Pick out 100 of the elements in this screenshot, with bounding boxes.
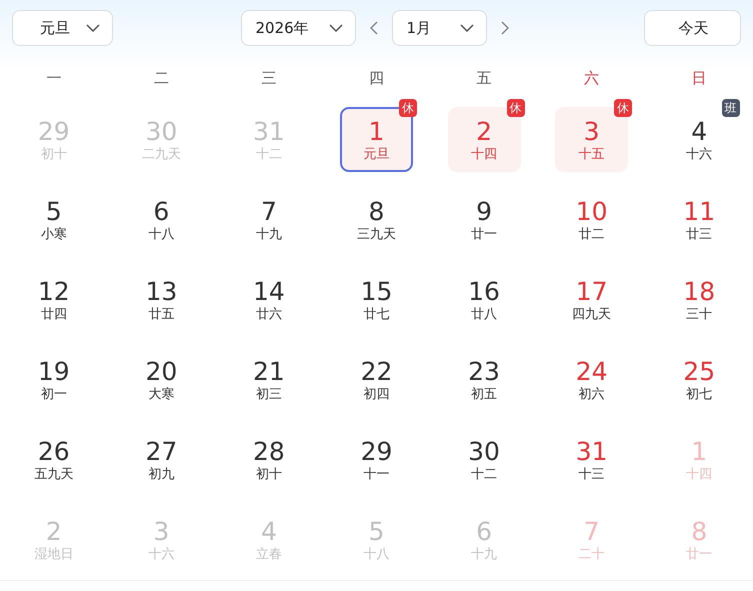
day-cell[interactable]: 12 廿四: [38, 276, 70, 322]
day-number: 27: [145, 436, 178, 466]
day-number: 4: [691, 116, 708, 146]
day-number: 13: [145, 276, 178, 306]
day-cell[interactable]: 22 初四: [360, 356, 392, 402]
lunar-date: 廿一: [471, 226, 498, 242]
day-number: 9: [476, 196, 492, 226]
day-number: 30: [145, 116, 178, 146]
lunar-date: 廿三: [686, 226, 712, 242]
lunar-date: 十一: [363, 466, 390, 482]
day-cell[interactable]: 10 廿二: [576, 196, 608, 242]
day-badge: 休: [506, 99, 525, 117]
day-number: 31: [576, 436, 608, 466]
today-button[interactable]: 今天: [644, 10, 741, 46]
lunar-date: 十八: [148, 226, 174, 242]
chevron-down-icon: [328, 24, 342, 32]
lunar-date: 十九: [471, 546, 498, 562]
day-cell[interactable]: 23 初五: [468, 356, 500, 402]
lunar-date: 三九天: [356, 226, 396, 242]
day-cell[interactable]: 31 十三: [576, 436, 608, 482]
lunar-date: 十三: [578, 466, 605, 482]
day-cell[interactable]: 28 初十: [253, 436, 285, 482]
day-number: 26: [38, 436, 70, 466]
lunar-date: 五九天: [34, 466, 74, 482]
lunar-date: 湿地日: [34, 546, 74, 562]
lunar-date: 廿二: [578, 226, 605, 242]
day-cell[interactable]: 30 十二: [468, 436, 500, 482]
lunar-date: 三十: [686, 306, 712, 322]
day-cell[interactable]: 5 小寒: [40, 196, 67, 242]
day-cell[interactable]: 21 初三: [253, 356, 285, 402]
day-cell[interactable]: 6 十八: [148, 196, 174, 242]
day-number: 25: [683, 356, 716, 386]
lunar-date: 廿六: [256, 306, 282, 322]
lunar-date: 十五: [578, 146, 605, 162]
lunar-date: 十六: [686, 146, 712, 162]
day-cell[interactable]: 11 廿三: [683, 196, 716, 242]
day-number: 7: [584, 516, 600, 546]
day-badge: 班: [722, 99, 740, 117]
lunar-date: 四九天: [572, 306, 612, 322]
day-number: 1: [691, 436, 708, 466]
day-number: 28: [253, 436, 285, 466]
lunar-date: 十二: [256, 146, 282, 162]
lunar-date: 十四: [686, 466, 712, 482]
day-cell[interactable]: 13 廿五: [145, 276, 178, 322]
day-number: 30: [468, 436, 500, 466]
day-cell[interactable]: 20 大寒: [145, 356, 178, 402]
lunar-date: 十九: [256, 226, 282, 242]
day-cell[interactable]: 14 廿六: [253, 276, 285, 322]
day-number: 21: [253, 356, 285, 386]
lunar-date: 廿四: [40, 306, 67, 322]
day-number: 5: [368, 516, 384, 546]
day-cell[interactable]: 4 十六: [686, 116, 712, 162]
day-cell[interactable]: 29 十一: [360, 436, 392, 482]
lunar-date: 初三: [256, 386, 282, 402]
lunar-date: 元旦: [363, 146, 390, 162]
lunar-date: 廿八: [471, 306, 498, 322]
day-cell[interactable]: 9 廿一: [471, 196, 498, 242]
day-cell[interactable]: 26 五九天: [34, 436, 74, 482]
day-cell[interactable]: 19 初一: [38, 356, 70, 402]
day-number: 2: [46, 516, 62, 546]
lunar-date: 十二: [471, 466, 498, 482]
day-number: 22: [360, 356, 392, 386]
day-number: 5: [46, 196, 62, 226]
weekday-label: 一: [45, 68, 62, 88]
day-cell[interactable]: 15 廿七: [360, 276, 392, 322]
day-cell[interactable]: 18 三十: [683, 276, 716, 322]
lunar-date: 小寒: [40, 226, 67, 242]
day-cell[interactable]: 24 初六: [576, 356, 608, 402]
day-number: 24: [576, 356, 608, 386]
day-number: 14: [253, 276, 285, 306]
day-number: 1: [368, 116, 384, 146]
day-number: 8: [691, 516, 708, 546]
day-number: 6: [153, 196, 170, 226]
year-dropdown[interactable]: 2026年: [240, 10, 356, 46]
day-number: 29: [360, 436, 392, 466]
festival-dropdown[interactable]: 元旦: [12, 10, 113, 46]
day-number: 15: [360, 276, 392, 306]
day-cell[interactable]: 25 初七: [683, 356, 716, 402]
day-cell[interactable]: 8 三九天: [356, 196, 396, 242]
day-cell[interactable]: 17 四九天: [572, 276, 612, 322]
day-number: 10: [576, 196, 608, 226]
day-number: 4: [260, 516, 277, 546]
chevron-left-icon: [370, 21, 378, 35]
lunar-date: 廿五: [148, 306, 174, 322]
lunar-date: 二十: [578, 546, 605, 562]
day-cell[interactable]: 16 廿八: [468, 276, 500, 322]
weekday-label: 四: [368, 68, 385, 88]
lunar-date: 立春: [256, 546, 282, 562]
lunar-date: 十八: [363, 546, 390, 562]
day-cell[interactable]: 27 初九: [145, 436, 178, 482]
day-number: 23: [468, 356, 500, 386]
day-number: 8: [368, 196, 384, 226]
day-cell[interactable]: 7 十九: [256, 196, 282, 242]
chevron-down-icon: [86, 24, 100, 32]
lunar-date: 大寒: [148, 386, 174, 402]
day-number: 31: [253, 116, 285, 146]
month-dropdown[interactable]: 1月: [392, 10, 486, 46]
weekday-label: 二: [152, 68, 170, 88]
lunar-date: 初四: [363, 386, 390, 402]
weekday-label: 三: [260, 68, 278, 88]
